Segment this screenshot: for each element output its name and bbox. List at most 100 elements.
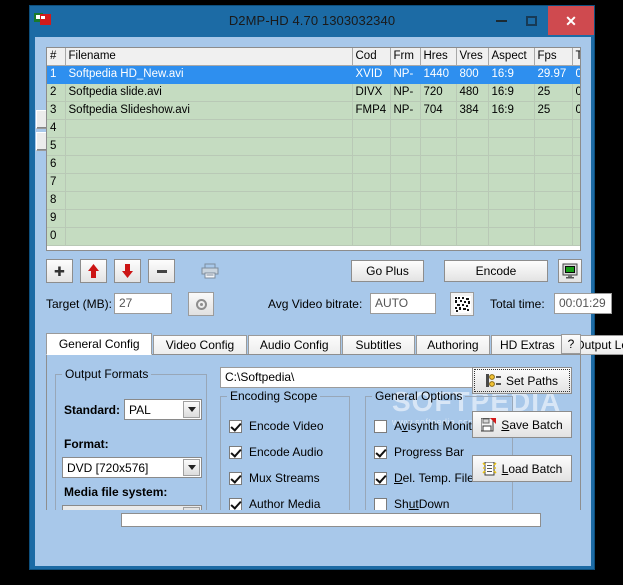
tab-general-config[interactable]: General Config (46, 333, 153, 355)
standard-select[interactable]: PAL (124, 399, 202, 420)
checkbox-icon[interactable] (229, 497, 242, 511)
monitor-button[interactable] (558, 259, 582, 283)
cell-fps: 29.97 (534, 65, 573, 84)
column-header-time[interactable]: Time (572, 48, 580, 66)
table-row[interactable]: 3 Softpedia Slideshow.avi FMP4 NP- 704 384 16:… (47, 101, 580, 120)
go-plus-button[interactable]: Go Plus (351, 260, 424, 282)
table-row[interactable]: 2Softpedia slide.aviDIVXNP-72048016:9250… (47, 83, 580, 102)
cell-filename (65, 119, 353, 138)
column-header-filename[interactable]: Filename (65, 48, 353, 66)
tab-hd-extras[interactable]: HD Extras (490, 335, 564, 355)
target-label: Target (MB): (46, 297, 113, 311)
scope-checkbox-mux-streams[interactable]: Mux Streams (229, 471, 320, 485)
remove-file-button[interactable] (148, 259, 175, 283)
cell-hres (420, 137, 457, 156)
add-file-button[interactable]: ✚ (46, 259, 73, 283)
column-header-fps[interactable]: Fps (534, 48, 573, 66)
table-row[interactable]: 1 Softpedia HD_New.avi XVID NP- 1440 800 16:9 2… (47, 65, 580, 84)
cell-time: 00:00:03 (572, 65, 580, 84)
scope-checkbox-author-media[interactable]: Author Media (229, 497, 320, 511)
cell-num: 2 (47, 83, 66, 102)
barcode-button[interactable] (450, 292, 474, 316)
checkbox-icon[interactable] (229, 471, 242, 485)
encoding-scope-legend: Encoding Scope (230, 389, 318, 403)
cell-filename: Softpedia HD_New.avi (65, 65, 353, 84)
bitrate-input[interactable]: AUTO (370, 293, 436, 314)
option-checkbox-shutdown[interactable]: ShutDown (374, 497, 449, 511)
output-path-input[interactable]: C:\Softpedia\ (220, 367, 513, 388)
status-bar (35, 510, 591, 532)
column-header-vres[interactable]: Vres (456, 48, 489, 66)
target-input[interactable]: 27 (114, 293, 172, 314)
chevron-down-icon[interactable] (183, 459, 200, 476)
format-label: Format: (64, 437, 109, 451)
tab-strip: General Config Video Config Audio Config Su… (46, 333, 623, 355)
move-down-button[interactable] (114, 259, 141, 283)
set-paths-button[interactable]: Set Paths (472, 367, 572, 394)
cell-vres: 384 (456, 101, 489, 120)
cell-frm (390, 227, 421, 246)
tab-subtitles[interactable]: Subtitles (341, 335, 416, 355)
column-header-aspect[interactable]: Aspect (488, 48, 535, 66)
maximize-button[interactable] (516, 6, 546, 35)
table-row[interactable]: 4 (47, 119, 580, 138)
help-label: ? (567, 337, 575, 351)
close-button[interactable]: ✕ (548, 6, 594, 35)
column-header-hres[interactable]: Hres (420, 48, 457, 66)
tab-audio-config[interactable]: Audio Config (247, 335, 341, 355)
checkbox-icon[interactable] (229, 419, 242, 433)
column-header-frm[interactable]: Frm (390, 48, 421, 66)
chevron-down-icon[interactable] (183, 401, 200, 418)
table-row[interactable]: 7 (47, 173, 580, 192)
cell-num: 5 (47, 137, 66, 156)
table-row[interactable]: 5 (47, 137, 580, 156)
tab-label: Output Log (575, 338, 623, 352)
checkbox-icon[interactable] (374, 419, 387, 433)
table-row[interactable]: 6 (47, 155, 580, 174)
option-checkbox-del-temp-files[interactable]: Del. Temp. Files (374, 471, 480, 485)
cell-aspect: 16:9 (488, 83, 535, 102)
scope-checkbox-encode-audio[interactable]: Encode Audio (229, 445, 323, 459)
move-up-button[interactable] (80, 259, 107, 283)
cell-hres (420, 191, 457, 210)
cell-fps (534, 209, 573, 228)
cell-num: 3 (47, 101, 66, 120)
checkbox-icon[interactable] (229, 445, 242, 459)
print-button[interactable] (196, 259, 223, 283)
tab-authoring[interactable]: Authoring (416, 335, 490, 355)
cell-time (572, 227, 580, 246)
format-select[interactable]: DVD [720x576] (62, 457, 202, 478)
cell-filename (65, 209, 353, 228)
minimize-icon (495, 19, 507, 22)
cell-cod (352, 155, 391, 174)
save-batch-button[interactable]: Save Batch (472, 411, 572, 438)
checkbox-icon[interactable] (374, 445, 387, 459)
encode-button[interactable]: Encode (444, 260, 548, 282)
cell-filename (65, 137, 353, 156)
disc-button[interactable] (188, 292, 214, 316)
option-checkbox-progress-bar[interactable]: Progress Bar (374, 445, 464, 459)
disc-icon (195, 298, 207, 310)
cell-aspect (488, 155, 535, 174)
scope-checkbox-encode-video[interactable]: Encode Video (229, 419, 324, 433)
checkbox-icon[interactable] (374, 497, 387, 511)
help-button[interactable]: ? (561, 334, 581, 354)
cell-vres (456, 155, 489, 174)
load-batch-button[interactable]: Load Batch (472, 455, 572, 482)
checkbox-label: Mux Streams (249, 471, 320, 485)
file-list[interactable]: # Filename Cod Frm Hres Vres Aspect Fps … (46, 47, 581, 251)
column-header-num[interactable]: # (47, 48, 66, 66)
table-row[interactable]: 9 (47, 209, 580, 228)
file-table: # Filename Cod Frm Hres Vres Aspect Fps … (47, 48, 580, 246)
table-row[interactable]: 8 (47, 191, 580, 210)
cell-fps (534, 227, 573, 246)
close-icon: ✕ (565, 12, 577, 29)
tab-video-config[interactable]: Video Config (153, 335, 247, 355)
checkbox-icon[interactable] (374, 471, 387, 485)
column-header-cod[interactable]: Cod (352, 48, 391, 66)
cell-cod (352, 173, 391, 192)
table-row[interactable]: 0 (47, 227, 580, 246)
tab-label: Subtitles (355, 338, 402, 352)
minimize-button[interactable] (486, 6, 516, 35)
option-checkbox-avisynth-monitor[interactable]: Avisynth Monitor (374, 419, 483, 433)
